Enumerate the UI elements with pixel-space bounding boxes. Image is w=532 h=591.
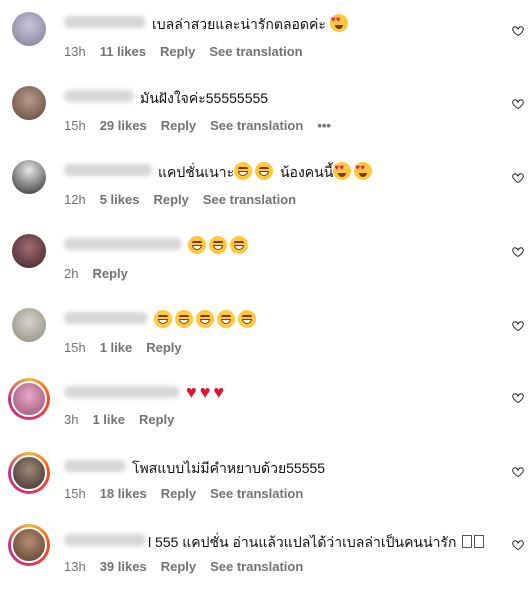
comment-meta: 15h 1 like Reply: [64, 340, 196, 355]
username-blurred[interactable]: [64, 312, 148, 324]
comment-text: ♥ ♥ ♥: [186, 382, 227, 403]
laughing-emoji-icon: [196, 310, 214, 328]
heart-outline-icon[interactable]: [512, 320, 524, 332]
username-blurred[interactable]: [64, 460, 126, 472]
comment-meta: 13h 11 likes Reply See translation: [64, 44, 317, 59]
comment-meta: 12h 5 likes Reply See translation: [64, 192, 310, 207]
avatar[interactable]: [12, 86, 46, 120]
see-translation-button[interactable]: See translation: [209, 44, 302, 59]
heart-eyes-emoji-icon: [329, 14, 348, 32]
reply-button[interactable]: Reply: [161, 118, 196, 133]
avatar[interactable]: [12, 160, 46, 194]
comment-item: เบลล่าสวยและน่ารักตลอดค่ะ 13h 11 likes Rep…: [0, 0, 532, 70]
comment-item: โพสแบบไม่มีคำหยาบด้วย55555 15h 18 likes Re…: [0, 444, 532, 514]
comment-item: 15h 1 like Reply: [0, 296, 532, 366]
reply-button[interactable]: Reply: [153, 192, 188, 207]
reply-button[interactable]: Reply: [146, 340, 181, 355]
timestamp: 13h: [64, 559, 86, 574]
comment-text: [154, 310, 259, 328]
see-translation-button[interactable]: See translation: [210, 559, 303, 574]
reply-button[interactable]: Reply: [161, 559, 196, 574]
avatar-story-ring[interactable]: [8, 524, 50, 566]
comment-item: ♥ ♥ ♥ 3h 1 like Reply: [0, 370, 532, 440]
laughing-emoji-icon: [238, 310, 256, 328]
heart-outline-icon[interactable]: [512, 25, 524, 37]
likes-count[interactable]: 1 like: [92, 412, 125, 427]
likes-count[interactable]: 29 likes: [100, 118, 147, 133]
avatar-story-ring[interactable]: [8, 452, 50, 494]
username-blurred[interactable]: [64, 90, 134, 102]
likes-count[interactable]: 5 likes: [100, 192, 140, 207]
heart-outline-icon[interactable]: [512, 172, 524, 184]
likes-count[interactable]: 1 like: [100, 340, 133, 355]
heart-outline-icon[interactable]: [512, 466, 524, 478]
heart-eyes-emoji-icon: [354, 162, 373, 180]
timestamp: 3h: [64, 412, 79, 427]
red-heart-emoji-icon: ♥: [199, 382, 211, 402]
comment-item: แคปชั่นเนาะ น้องคนนี้ 12h 5 likes Reply See…: [0, 148, 532, 218]
heart-outline-icon[interactable]: [512, 392, 524, 404]
comment-text: [188, 236, 251, 254]
heart-outline-icon[interactable]: [512, 98, 524, 110]
laughing-emoji-icon: [209, 236, 227, 254]
avatar[interactable]: [12, 308, 46, 342]
comment-item: 2h Reply: [0, 222, 532, 292]
likes-count[interactable]: 39 likes: [100, 559, 147, 574]
reply-button[interactable]: Reply: [161, 486, 196, 501]
laughing-emoji-icon: [217, 310, 235, 328]
username-blurred[interactable]: [64, 164, 152, 176]
laughing-emoji-icon: [234, 162, 253, 180]
avatar: [11, 381, 47, 417]
reply-button[interactable]: Reply: [92, 266, 127, 281]
laughing-emoji-icon: [230, 236, 248, 254]
heart-eyes-emoji-icon: [333, 162, 352, 180]
username-blurred[interactable]: [64, 386, 180, 398]
comment-item: l 555 แคปชั่น อ่านแล้วแปลได้ว่าเบลล่าเป็…: [0, 518, 532, 588]
comment-text: มันฝังใจค่ะ55555555: [140, 90, 269, 106]
timestamp: 13h: [64, 44, 86, 59]
avatar: [11, 527, 47, 563]
missing-glyph-icon: [474, 535, 485, 548]
more-dots-icon[interactable]: •••: [317, 118, 331, 133]
comment-item: มันฝังใจค่ะ55555555 15h 29 likes Reply See …: [0, 74, 532, 144]
likes-count[interactable]: 11 likes: [100, 44, 146, 59]
heart-outline-icon[interactable]: [512, 539, 524, 551]
missing-glyph-icon: [462, 535, 473, 548]
heart-outline-icon[interactable]: [512, 246, 524, 258]
username-blurred[interactable]: [64, 16, 146, 28]
see-translation-button[interactable]: See translation: [203, 192, 296, 207]
username-blurred[interactable]: [64, 534, 146, 546]
avatar-story-ring[interactable]: [8, 378, 50, 420]
comment-meta: 3h 1 like Reply: [64, 412, 188, 427]
comment-text: โพสแบบไม่มีคำหยาบด้วย55555: [132, 460, 326, 476]
timestamp: 12h: [64, 192, 86, 207]
laughing-emoji-icon: [175, 310, 193, 328]
reply-button[interactable]: Reply: [160, 44, 195, 59]
reply-button[interactable]: Reply: [139, 412, 174, 427]
timestamp: 15h: [64, 340, 86, 355]
see-translation-button[interactable]: See translation: [210, 486, 303, 501]
timestamp: 15h: [64, 486, 86, 501]
comment-text: l 555 แคปชั่น อ่านแล้วแปลได้ว่าเบลล่าเป็…: [148, 532, 485, 554]
laughing-emoji-icon: [188, 236, 206, 254]
laughing-emoji-icon: [255, 162, 274, 180]
comment-text: แคปชั่นเนาะ น้องคนนี้: [158, 162, 375, 184]
comment-meta: 13h 39 likes Reply See translation: [64, 559, 317, 574]
avatar[interactable]: [12, 12, 46, 46]
comment-text: เบลล่าสวยและน่ารักตลอดค่ะ: [152, 14, 351, 36]
comment-meta: 2h Reply: [64, 266, 142, 281]
timestamp: 15h: [64, 118, 86, 133]
comment-meta: 15h 29 likes Reply See translation •••: [64, 118, 345, 133]
avatar[interactable]: [12, 234, 46, 268]
timestamp: 2h: [64, 266, 79, 281]
avatar: [11, 455, 47, 491]
red-heart-emoji-icon: ♥: [186, 382, 197, 402]
likes-count[interactable]: 18 likes: [100, 486, 147, 501]
comment-meta: 15h 18 likes Reply See translation: [64, 486, 317, 501]
see-translation-button[interactable]: See translation: [210, 118, 303, 133]
username-blurred[interactable]: [64, 238, 182, 250]
red-heart-emoji-icon: ♥: [213, 382, 225, 402]
laughing-emoji-icon: [154, 310, 172, 328]
